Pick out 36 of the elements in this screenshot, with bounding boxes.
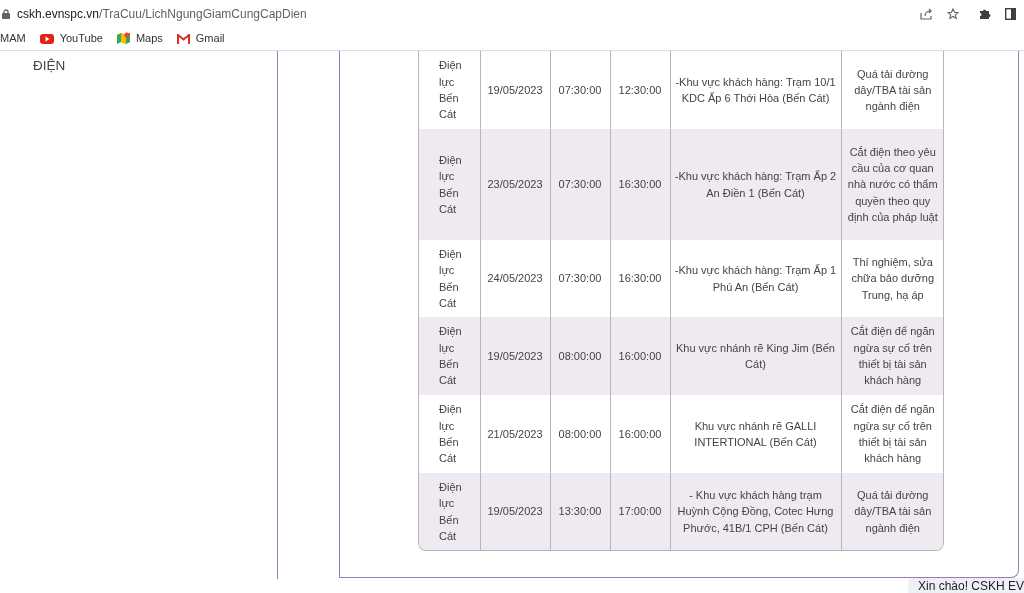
area-cell: -Khu vực khách hàng: Trạm Ấp 2 An Điền 1 (Bến Cát): [670, 129, 841, 240]
start-time-cell: 07:30:00: [550, 129, 610, 240]
unit-cell: Điện lực Bến Cát: [419, 129, 480, 240]
play-icon: [39, 33, 54, 44]
sidebar-link[interactable]: ĐIỆN: [33, 56, 253, 76]
bookmark-link[interactable]: Maps: [116, 30, 163, 47]
bookmark-link[interactable]: MAM: [0, 30, 26, 47]
reason-cell: Quá tải đường dây/TBA tài sản ngành điện: [841, 473, 943, 550]
reason-cell: Quá tải đường dây/TBA tài sản ngành điện: [841, 51, 943, 129]
date-cell: 19/05/2023: [480, 473, 550, 550]
puzzle-icon[interactable]: [979, 7, 991, 20]
lock-icon: [2, 8, 10, 19]
date-cell: 23/05/2023: [480, 129, 550, 240]
star-icon[interactable]: [947, 7, 959, 20]
end-time-cell: 17:00:00: [610, 473, 670, 550]
mail-icon: [176, 33, 190, 44]
reason-cell: Thí nghiệm, sửa chữa bảo dưỡng Trung, hạ áp: [841, 240, 943, 317]
area-cell: Khu vực nhánh rẽ King Jim (Bến Cát): [670, 317, 841, 395]
share-icon[interactable]: [920, 7, 933, 20]
side-panel-icon[interactable]: [1005, 7, 1016, 20]
date-cell: 19/05/2023: [480, 317, 550, 395]
reason-cell: Cắt điện để ngăn ngừa sự cố trên thiết bị tài sản khách hàng: [841, 395, 943, 473]
start-time-cell: 13:30:00: [550, 473, 610, 550]
end-time-cell: 16:30:00: [610, 129, 670, 240]
address-bar-url[interactable]: cskh.evnspc.vn/TraCuu/LichNgungGiamCungCapDien: [17, 4, 307, 23]
start-time-cell: 08:00:00: [550, 317, 610, 395]
bookmark-link[interactable]: Gmail: [176, 30, 225, 47]
chat-greeting[interactable]: Xin chào! CSKH EV: [908, 578, 1024, 593]
unit-cell: Điện lực Bến Cát: [419, 473, 480, 550]
end-time-cell: 16:00:00: [610, 317, 670, 395]
reason-cell: Cắt điện theo yêu cầu của cơ quan nhà nước có thẩm quyền theo quy định của pháp luật: [841, 129, 943, 240]
bookmark-link[interactable]: YouTube: [39, 30, 103, 47]
unit-cell: Điện lực Bến Cát: [419, 317, 480, 395]
map-pin-icon: [116, 32, 130, 45]
reason-cell: Cắt điện để ngăn ngừa sự cố trên thiết bị tài sản khách hàng: [841, 317, 943, 395]
area-cell: - Khu vực khách hàng trạm Huỳnh Cộng Đồng, Cotec Hưng Phước, 41B/1 CPH (Bến Cát): [670, 473, 841, 550]
